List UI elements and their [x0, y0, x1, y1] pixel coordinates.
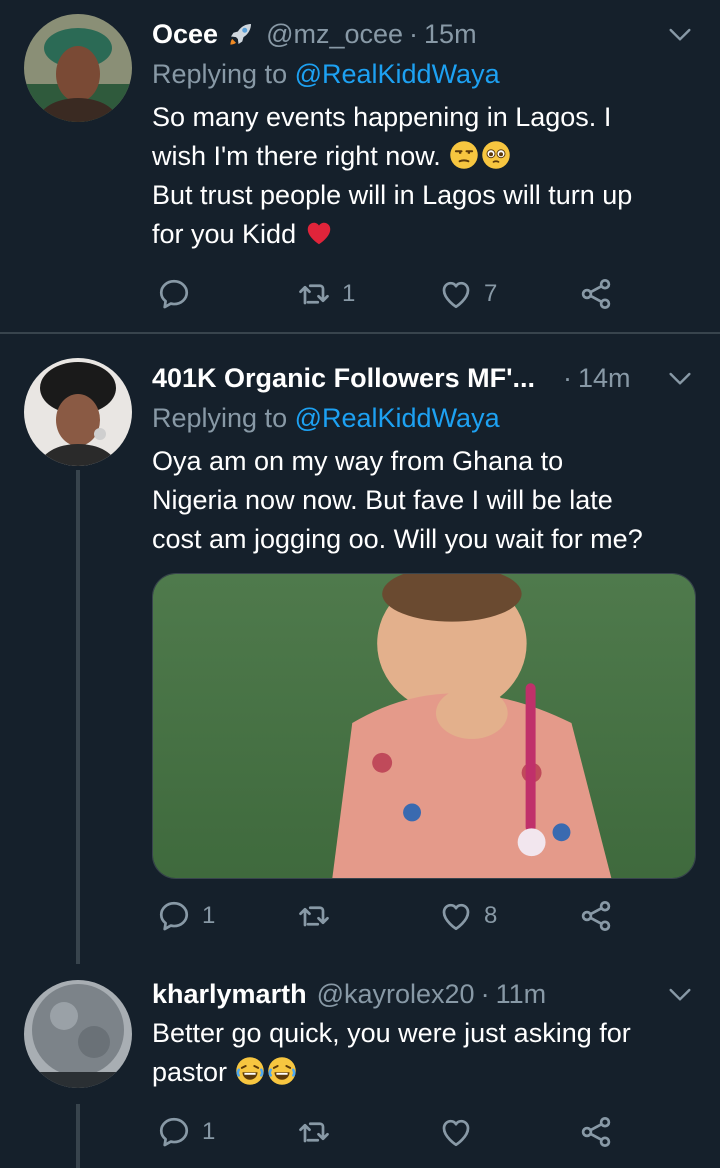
tweet-text-line: cost am jogging oo. Will you wait for me… — [152, 524, 643, 554]
tweet-text: Better go quick, you were just asking fo… — [152, 1014, 696, 1092]
reply-button[interactable] — [156, 274, 202, 314]
mention-link[interactable]: @RealKiddWaya — [295, 59, 500, 89]
retweet-button[interactable] — [296, 1112, 342, 1152]
tweet-text-line: So many events happening in Lagos. I — [152, 102, 612, 132]
chevron-down-icon[interactable] — [664, 362, 696, 394]
action-bar: 1 8 — [152, 896, 696, 936]
author-handle[interactable]: @kayrolex20 — [317, 979, 475, 1010]
author-name[interactable]: Ocee — [152, 19, 218, 50]
separator: · — [409, 18, 419, 49]
tweet-text-line: wish I'm there right now. — [152, 141, 441, 171]
avatar[interactable] — [24, 980, 132, 1088]
attached-photo[interactable] — [152, 573, 696, 879]
like-count: 7 — [484, 280, 498, 307]
laughing-tears-emoji-icon — [267, 1056, 297, 1086]
action-bar: 1 7 — [152, 274, 696, 314]
share-icon — [578, 1114, 614, 1150]
pleading-emoji-icon — [481, 140, 511, 170]
avatar[interactable] — [24, 14, 132, 122]
reply-icon — [156, 1114, 192, 1150]
unamused-emoji-icon — [449, 140, 479, 170]
reply-count: 1 — [202, 902, 216, 929]
replying-to: Replying to @RealKiddWaya — [152, 54, 696, 94]
separator: · — [563, 362, 573, 393]
replying-to: Replying to @RealKiddWaya — [152, 398, 696, 438]
tweet-text: So many events happening in Lagos. I wis… — [152, 98, 696, 254]
author-handle[interactable]: @mz_ocee — [266, 19, 403, 50]
tweet-text-line: for you Kidd — [152, 219, 297, 249]
reply-icon — [156, 898, 192, 934]
heart-icon — [438, 898, 474, 934]
timestamp[interactable]: 15m — [424, 19, 477, 50]
laughing-tears-emoji-icon — [235, 1056, 265, 1086]
tweet[interactable]: Ocee @mz_ocee · 15m Replying to @RealKid… — [0, 0, 720, 332]
like-button[interactable]: 8 — [438, 896, 497, 936]
replying-prefix: Replying to — [152, 403, 295, 433]
heart-icon — [438, 1114, 474, 1150]
tweet-text-line: But trust people will in Lagos will turn… — [152, 180, 633, 210]
share-icon — [578, 898, 614, 934]
retweet-icon — [296, 898, 332, 934]
share-icon — [578, 276, 614, 312]
tweet-text-line: pastor — [152, 1057, 228, 1087]
timestamp[interactable]: 14m — [578, 363, 631, 394]
chevron-down-icon[interactable] — [664, 978, 696, 1010]
tweet-text-line: Oya am on my way from Ghana to — [152, 446, 564, 476]
tweet-text-line: Better go quick, you were just asking fo… — [152, 1018, 631, 1048]
mention-link[interactable]: @RealKiddWaya — [295, 403, 500, 433]
retweet-button[interactable] — [296, 896, 342, 936]
reply-count: 1 — [202, 1118, 216, 1145]
chevron-down-icon[interactable] — [664, 18, 696, 50]
tweet-text-line: Nigeria now now. But fave I will be late — [152, 485, 613, 515]
reply-icon — [156, 276, 192, 312]
share-button[interactable] — [578, 1112, 614, 1152]
like-button[interactable] — [438, 1112, 484, 1152]
retweet-count: 1 — [342, 280, 356, 307]
rocket-emoji-icon — [226, 19, 256, 49]
tweet[interactable]: kharlymarth @kayrolex20 · 11m Better go … — [0, 964, 720, 1168]
share-button[interactable] — [578, 274, 614, 314]
retweet-button[interactable]: 1 — [296, 274, 355, 314]
reply-button[interactable]: 1 — [156, 896, 215, 936]
thread-line — [76, 1104, 80, 1168]
author-name[interactable]: kharlymarth — [152, 979, 307, 1010]
action-bar: 1 — [152, 1112, 696, 1152]
timestamp[interactable]: 11m — [496, 979, 547, 1010]
heart-icon — [438, 276, 474, 312]
retweet-icon — [296, 276, 332, 312]
like-button[interactable]: 7 — [438, 274, 497, 314]
tweet[interactable]: 401K Organic Followers MF'... · 14m Repl… — [0, 334, 720, 964]
thread-line — [76, 470, 80, 964]
retweet-icon — [296, 1114, 332, 1150]
avatar[interactable] — [24, 358, 132, 466]
share-button[interactable] — [578, 896, 614, 936]
author-name[interactable]: 401K Organic Followers MF'... — [152, 363, 535, 394]
replying-prefix: Replying to — [152, 59, 295, 89]
like-count: 8 — [484, 902, 498, 929]
tweet-text: Oya am on my way from Ghana to Nigeria n… — [152, 442, 696, 559]
red-heart-emoji-icon — [304, 218, 334, 248]
separator: · — [480, 978, 490, 1009]
reply-button[interactable]: 1 — [156, 1112, 215, 1152]
